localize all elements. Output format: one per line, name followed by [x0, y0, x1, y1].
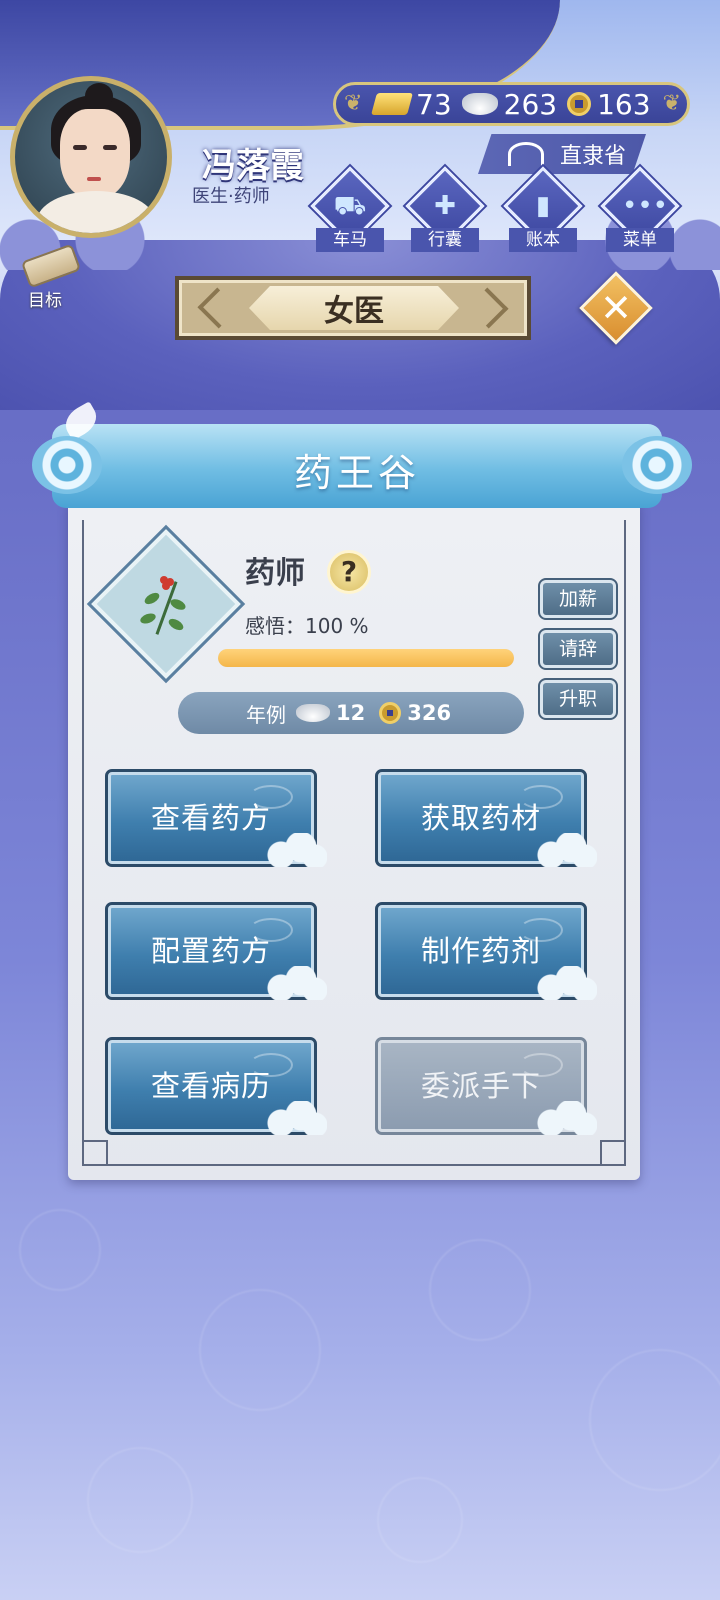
nav-label: 车马: [316, 228, 384, 252]
nav-label: 行囊: [411, 228, 479, 252]
close-icon: ✕: [600, 286, 632, 330]
bundle-icon: ✚: [434, 191, 456, 221]
herb-leaf: [142, 590, 162, 607]
raise-salary-button[interactable]: 加薪: [538, 578, 618, 620]
cloud-decoration: [531, 966, 597, 1000]
player-name: 冯落霞: [202, 146, 304, 186]
insight-progress-bar: [218, 649, 514, 667]
nav-label: 账本: [509, 228, 577, 252]
iron-icon: [508, 142, 544, 166]
copper-coin-icon: [379, 702, 402, 724]
action-label: 委派手下: [420, 1069, 541, 1103]
gold-amount: 73: [416, 87, 452, 121]
salary-bar: 年例 12 326: [178, 692, 524, 734]
region-button[interactable]: 直隶省: [478, 134, 646, 174]
insight-label: 感悟：100 %: [245, 614, 369, 638]
silver-ingot-icon: [296, 704, 330, 722]
carriage-icon: ⛟: [333, 191, 367, 221]
nav-carriage-button[interactable]: ⛟ 车马: [310, 166, 390, 256]
silver-amount: 263: [503, 87, 558, 121]
avatar-mouth: [87, 177, 101, 181]
herb-leaf: [166, 616, 186, 633]
herb-leaf: [168, 597, 188, 612]
currency-bar[interactable]: ❦ 73 263 163 ❦: [333, 82, 690, 126]
cloud-decoration: [261, 966, 327, 1000]
player-title: 医生·药师: [192, 186, 270, 207]
nav-ledger-button[interactable]: ▮ 账本: [503, 166, 583, 256]
salary-silver: 12: [336, 701, 366, 725]
copper-coin-icon: [567, 92, 592, 116]
scroll-icon: [20, 243, 82, 289]
avatar-eye: [103, 145, 117, 150]
job-title: 女医: [249, 286, 459, 330]
silver-ingot-icon: [461, 93, 498, 115]
cloud-decoration: [261, 1101, 327, 1135]
resign-button[interactable]: 请辞: [538, 628, 618, 670]
job-name: 药师: [245, 556, 305, 591]
ledger-icon: ▮: [535, 191, 551, 221]
copper-amount: 163: [597, 87, 651, 121]
gold-ingot-icon: [371, 93, 413, 115]
view-case-records-button[interactable]: 查看病历: [105, 1037, 327, 1135]
help-button[interactable]: ?: [327, 550, 371, 594]
goal-label: 目标: [28, 291, 62, 311]
insight-progress-fill: [218, 649, 514, 667]
action-label: 查看病历: [150, 1069, 271, 1103]
avatar-face: [60, 109, 130, 199]
region-label: 直隶省: [559, 144, 626, 169]
cloud-decoration: [531, 833, 597, 867]
chevron-right-icon: [467, 287, 509, 329]
promote-button[interactable]: 升职: [538, 678, 618, 720]
place-name: 药王谷: [293, 451, 420, 495]
avatar-hair-bun: [85, 83, 113, 109]
nav-menu-button[interactable]: ••• 菜单: [600, 166, 680, 256]
job-title-banner: 女医: [175, 276, 531, 340]
herb-berries: [160, 576, 168, 584]
action-label: 制作药剂: [420, 934, 541, 968]
make-medicine-button[interactable]: 制作药剂: [375, 902, 597, 1000]
salary-copper: 326: [407, 701, 452, 725]
nav-label: 菜单: [606, 228, 674, 252]
nav-bundle-button[interactable]: ✚ 行囊: [405, 166, 485, 256]
gather-herbs-button[interactable]: 获取药材: [375, 769, 597, 867]
menu-icon: •••: [622, 191, 669, 221]
action-label: 查看药方: [150, 801, 271, 835]
player-avatar[interactable]: [10, 76, 172, 238]
cloud-decoration: [531, 1101, 597, 1135]
salary-label: 年例: [246, 702, 286, 727]
bamboo-leaf-icon: ❦: [662, 91, 681, 116]
herb-leaf: [138, 611, 158, 626]
place-banner: 药王谷: [12, 401, 702, 508]
avatar-clothes: [37, 191, 155, 233]
action-label: 获取药材: [420, 801, 541, 835]
cloud-decoration: [261, 833, 327, 867]
view-prescriptions-button[interactable]: 查看药方: [105, 769, 327, 867]
chevron-left-icon: [197, 287, 239, 329]
avatar-eye: [73, 145, 87, 150]
goal-button[interactable]: 目标: [14, 243, 84, 311]
bamboo-leaf-icon: ❦: [344, 91, 363, 116]
delegate-subordinate-button[interactable]: 委派手下: [375, 1037, 597, 1135]
compose-prescription-button[interactable]: 配置药方: [105, 902, 327, 1000]
herb-icon: [130, 570, 202, 642]
action-label: 配置药方: [150, 934, 271, 968]
